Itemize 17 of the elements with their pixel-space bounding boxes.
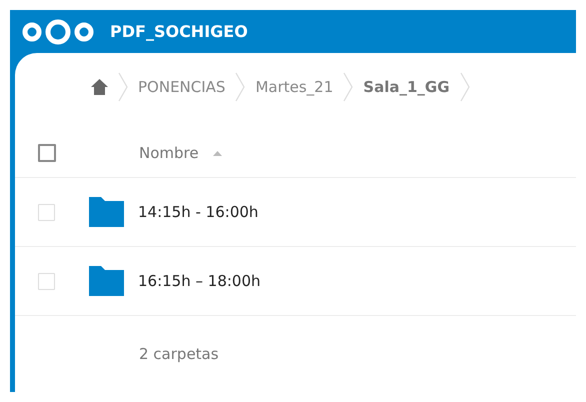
chevron-icon	[460, 72, 470, 102]
chevron-icon	[343, 72, 354, 102]
logo-icon	[20, 18, 96, 44]
checkbox[interactable]	[38, 144, 56, 162]
column-header[interactable]: Nombre	[139, 144, 199, 162]
summary-text: 2 carpetas	[139, 345, 219, 363]
chevron-icon	[235, 72, 246, 102]
breadcrumb-link[interactable]: Martes_21	[255, 78, 334, 96]
breadcrumb-link[interactable]: Sala_1_GG	[363, 78, 450, 96]
file-name[interactable]: 16:15h – 18:00h	[138, 272, 261, 290]
folder-icon	[89, 266, 124, 296]
app-title: PDF_SOCHIGEO	[110, 22, 248, 41]
chevron-icon	[118, 72, 128, 102]
file-name[interactable]: 14:15h - 16:00h	[138, 203, 258, 221]
folder-icon	[89, 197, 124, 227]
breadcrumb-link[interactable]: PONENCIAS	[138, 78, 226, 96]
home-icon[interactable]	[91, 79, 108, 95]
